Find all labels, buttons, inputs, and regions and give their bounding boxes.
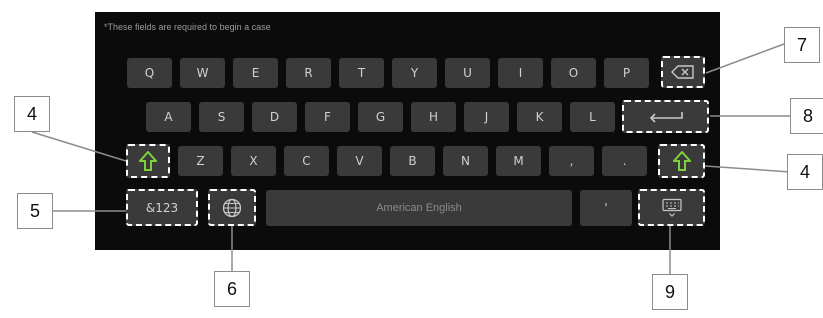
key-y[interactable]: Y	[392, 58, 437, 88]
key-b[interactable]: B	[390, 146, 435, 176]
keyboard-hide-icon	[661, 198, 682, 217]
key-f[interactable]: F	[305, 102, 350, 132]
hide-keyboard-key[interactable]	[638, 189, 705, 226]
key-l[interactable]: L	[570, 102, 615, 132]
key-o[interactable]: O	[551, 58, 596, 88]
key-g[interactable]: G	[358, 102, 403, 132]
key-j[interactable]: J	[464, 102, 509, 132]
space-key[interactable]: American English	[266, 190, 572, 226]
key-z[interactable]: Z	[178, 146, 223, 176]
space-key-label: American English	[376, 202, 462, 214]
callout-globe: 6	[214, 271, 250, 307]
apostrophe-key[interactable]: '	[580, 190, 632, 226]
callout-shift-left: 4	[14, 96, 50, 132]
callout-backspace: 7	[784, 27, 820, 63]
backspace-key[interactable]	[661, 56, 705, 88]
language-key[interactable]	[208, 189, 256, 226]
shift-key-left[interactable]	[126, 144, 170, 178]
key-m[interactable]: M	[496, 146, 541, 176]
key-e[interactable]: E	[233, 58, 278, 88]
shift-icon	[139, 151, 157, 171]
callout-hide-keyboard: 9	[652, 274, 688, 310]
key-t[interactable]: T	[339, 58, 384, 88]
key-p[interactable]: P	[604, 58, 649, 88]
key-w[interactable]: W	[180, 58, 225, 88]
shift-icon	[672, 151, 691, 171]
enter-icon	[649, 111, 683, 123]
key-h[interactable]: H	[411, 102, 456, 132]
key-comma[interactable]: ,	[549, 146, 594, 176]
key-q[interactable]: Q	[127, 58, 172, 88]
key-x[interactable]: X	[231, 146, 276, 176]
key-n[interactable]: N	[443, 146, 488, 176]
key-s[interactable]: S	[199, 102, 244, 132]
shift-key-right[interactable]	[658, 144, 705, 178]
on-screen-keyboard: *These fields are required to begin a ca…	[95, 12, 720, 250]
callout-symbols: 5	[17, 193, 53, 229]
key-c[interactable]: C	[284, 146, 329, 176]
callout-shift-right: 4	[787, 154, 823, 190]
key-r[interactable]: R	[286, 58, 331, 88]
key-u[interactable]: U	[445, 58, 490, 88]
globe-icon	[222, 198, 242, 217]
key-a[interactable]: A	[146, 102, 191, 132]
callout-enter: 8	[790, 98, 823, 134]
key-i[interactable]: I	[498, 58, 543, 88]
required-fields-note: *These fields are required to begin a ca…	[104, 22, 271, 32]
key-d[interactable]: D	[252, 102, 297, 132]
enter-key[interactable]	[622, 100, 709, 133]
backspace-icon	[671, 65, 694, 79]
symbols-key[interactable]: &123	[126, 189, 198, 226]
key-k[interactable]: K	[517, 102, 562, 132]
key-period[interactable]: .	[602, 146, 647, 176]
key-v[interactable]: V	[337, 146, 382, 176]
